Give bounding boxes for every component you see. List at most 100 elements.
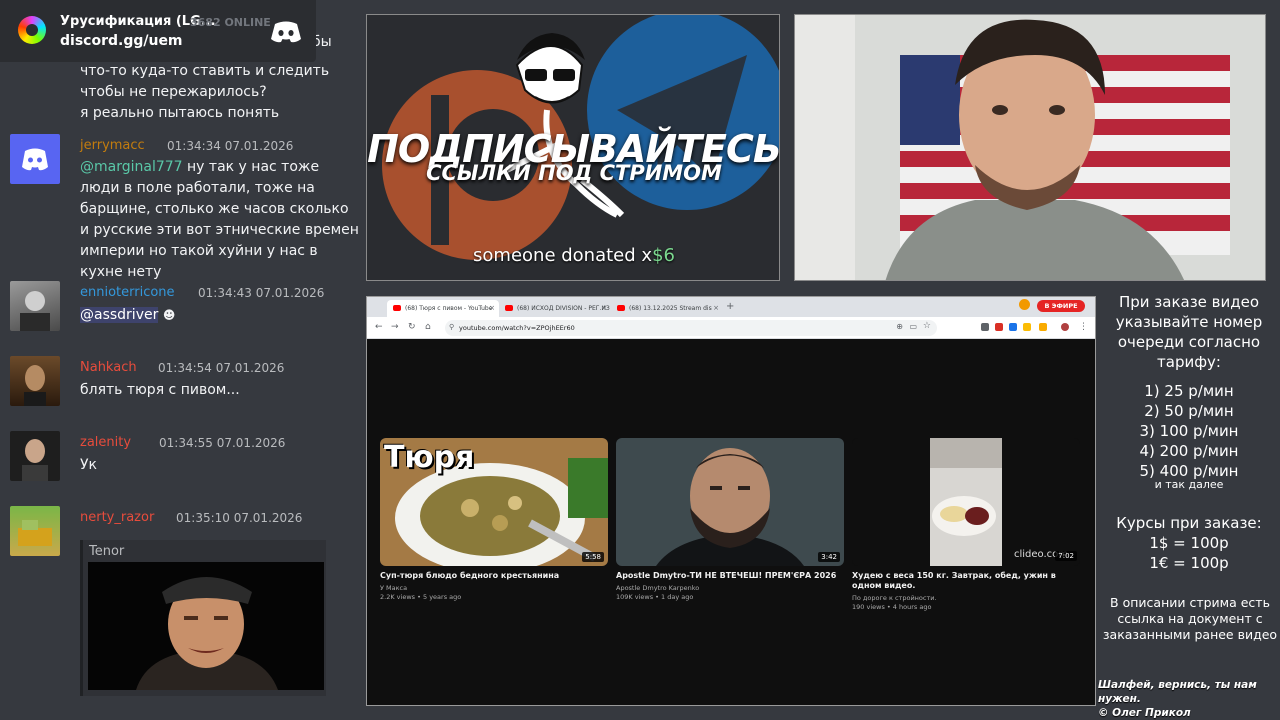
profile-avatar-icon[interactable]: [1061, 323, 1069, 331]
message-line: я реально пытаюсь понять: [80, 105, 280, 121]
order-heading: При заказе видео указывайте номер очеред…: [1115, 293, 1263, 371]
video-thumbnail[interactable]: Тюря 5:58: [380, 438, 608, 566]
tab-label: (68) ИСХОД DIVISION - РЕГ.ИЗ: [517, 305, 610, 312]
webcam-feed: [794, 14, 1266, 281]
extension-icon[interactable]: [995, 323, 1003, 331]
avatar-photo: [18, 520, 52, 546]
browser-tab[interactable]: (68) Тюря с пивом - YouTube ×: [387, 300, 499, 317]
chat-overlay: что-то куда-то ставить и следить чтобы н…: [0, 0, 360, 720]
avatar-photo: [22, 439, 48, 481]
server-icon: [18, 16, 46, 44]
channel-name[interactable]: Apostle Dmytro Karpenko: [616, 584, 699, 592]
timestamp: 01:34:55 07.01.2026: [159, 436, 286, 450]
chat-message: ennioterricone 01:34:43 07.01.2026 @assd…: [0, 281, 360, 333]
emoji-icon: ☻: [162, 308, 176, 322]
home-icon[interactable]: ⌂: [425, 322, 431, 332]
browser-tab[interactable]: (68) 13.12.2025 Stream dis ×: [611, 300, 723, 317]
extension-icon[interactable]: [1009, 323, 1017, 331]
order-info-panel: При заказе видео указывайте номер очеред…: [1098, 292, 1280, 720]
username[interactable]: nerty_razor: [80, 510, 154, 525]
avatar[interactable]: [10, 281, 60, 331]
avatar[interactable]: [10, 134, 60, 184]
chat-message: Nahkach 01:34:54 07.01.2026 блять тюря с…: [0, 356, 360, 408]
channel-name[interactable]: По дороге к стройности.: [852, 594, 937, 602]
donation-alert: someone donated x$6: [367, 245, 779, 266]
message-line: чтобы не пережарилось?: [80, 84, 267, 100]
username[interactable]: ennioterricone: [80, 285, 175, 300]
video-thumbnail[interactable]: clideo.com 7:02: [852, 438, 1080, 566]
video-title[interactable]: Суп-тюря блюдо бедного крестьянина: [380, 571, 608, 581]
meal-thumbnail: [852, 438, 1080, 566]
tab-label: (68) 13.12.2025 Stream dis: [629, 305, 712, 312]
message-line: что-то куда-то ставить и следить: [80, 63, 330, 79]
avatar[interactable]: [10, 356, 60, 406]
gif-embed[interactable]: Tenor: [80, 540, 326, 696]
exchange-rate: 1$ = 100р: [1149, 534, 1229, 552]
menu-dots-icon[interactable]: ⋮: [1079, 322, 1088, 332]
close-icon[interactable]: ×: [713, 304, 719, 312]
video-duration: 5:58: [582, 552, 604, 562]
youtube-favicon-icon: [393, 305, 401, 311]
channel-name[interactable]: У Макса: [380, 584, 407, 592]
bookmark-star-icon[interactable]: ☆: [923, 321, 931, 331]
message-body: ну так у нас тоже люди в поле работали, …: [80, 159, 359, 280]
gif-provider[interactable]: Tenor: [89, 544, 124, 559]
description-note: В описании стрима есть ссылка на докумен…: [1102, 595, 1278, 642]
avatar[interactable]: [10, 431, 60, 481]
tariff-item: 3) 100 р/мин: [1139, 422, 1239, 440]
close-icon[interactable]: ×: [601, 304, 607, 312]
user-mention[interactable]: @assdriver: [80, 307, 159, 323]
browser-capture: (68) Тюря с пивом - YouTube × (68) ИСХОД…: [366, 296, 1096, 706]
donation-text: someone donated x: [473, 245, 653, 266]
video-title[interactable]: Худею с веса 150 кг. Завтрак, обед, ужин…: [852, 571, 1080, 591]
video-duration: 3:42: [818, 552, 840, 562]
extensions-puzzle-icon[interactable]: [1039, 323, 1047, 331]
timestamp: 01:34:43 07.01.2026: [198, 286, 325, 300]
browser-tab[interactable]: (68) ИСХОД DIVISION - РЕГ.ИЗ ×: [499, 300, 611, 317]
video-title[interactable]: Apostle Dmytro-ТИ НЕ ВТЕЧЕШ! ПРЕМ'ЄРА 20…: [616, 571, 844, 581]
site-info-icon[interactable]: ⚲: [449, 323, 454, 331]
reload-icon[interactable]: ↻: [408, 322, 416, 332]
thumbnail-text: Тюря: [384, 440, 475, 475]
message-text: Ук: [80, 457, 97, 473]
avatar-photo: [24, 365, 46, 406]
rates-heading: Курсы при заказе:: [1116, 514, 1262, 532]
exchange-rate: 1€ = 100р: [1149, 554, 1229, 572]
message-text: @assdriver ☻: [80, 305, 360, 326]
username[interactable]: Nahkach: [80, 360, 137, 375]
back-icon[interactable]: ←: [375, 322, 383, 332]
video-duration: 7:02: [1055, 551, 1077, 561]
cast-icon[interactable]: ▭: [909, 322, 917, 331]
close-icon[interactable]: ×: [489, 304, 495, 312]
zoom-icon[interactable]: ⊕: [896, 322, 903, 331]
promo-subtitle: ССЫЛКИ ПОД СТРИМОМ: [426, 161, 722, 185]
gif-image[interactable]: [88, 562, 324, 690]
avatar[interactable]: [10, 506, 60, 556]
username[interactable]: jerrymacc: [80, 138, 145, 153]
url-field[interactable]: ⚲ youtube.com/watch?v=ZPOjhEEr60 ⊕ ▭ ☆: [445, 320, 937, 336]
youtube-page: Тюря 5:58 Суп-тюря блюдо бедного крестья…: [367, 339, 1095, 705]
username[interactable]: zalenity: [80, 435, 131, 450]
avatar-photo: [20, 291, 50, 331]
timestamp: 01:34:54 07.01.2026: [158, 361, 285, 375]
invite-link[interactable]: discord.gg/uem: [60, 33, 183, 49]
video-thumbnail[interactable]: 3:42: [616, 438, 844, 566]
forward-icon[interactable]: →: [391, 322, 399, 332]
url-text: youtube.com/watch?v=ZPOjhEEr60: [459, 324, 575, 332]
quote: Шалфей, вернись, ты нам нужен. © Олег Пр…: [1098, 678, 1280, 720]
message-text: @marginal777 ну так у нас тоже люди в по…: [80, 157, 360, 283]
discord-logo-icon: [271, 21, 301, 43]
message-text: блять тюря с пивом...: [80, 382, 240, 398]
user-mention[interactable]: @marginal777: [80, 159, 183, 175]
warning-icon[interactable]: [1019, 299, 1030, 310]
donation-amount: $6: [652, 245, 675, 266]
discord-default-avatar-icon: [22, 148, 48, 171]
extension-icon[interactable]: [1023, 323, 1031, 331]
timestamp: 01:35:10 07.01.2026: [176, 511, 303, 525]
discord-widget[interactable]: Урусификация (LG... 3682 ONLINE discord.…: [0, 0, 316, 62]
quote-text: Шалфей, вернись, ты нам нужен.: [1098, 679, 1257, 705]
new-tab-icon[interactable]: +: [726, 301, 734, 312]
youtube-favicon-icon: [617, 305, 625, 311]
preacher-thumbnail: [616, 438, 844, 566]
extension-icon[interactable]: [981, 323, 989, 331]
